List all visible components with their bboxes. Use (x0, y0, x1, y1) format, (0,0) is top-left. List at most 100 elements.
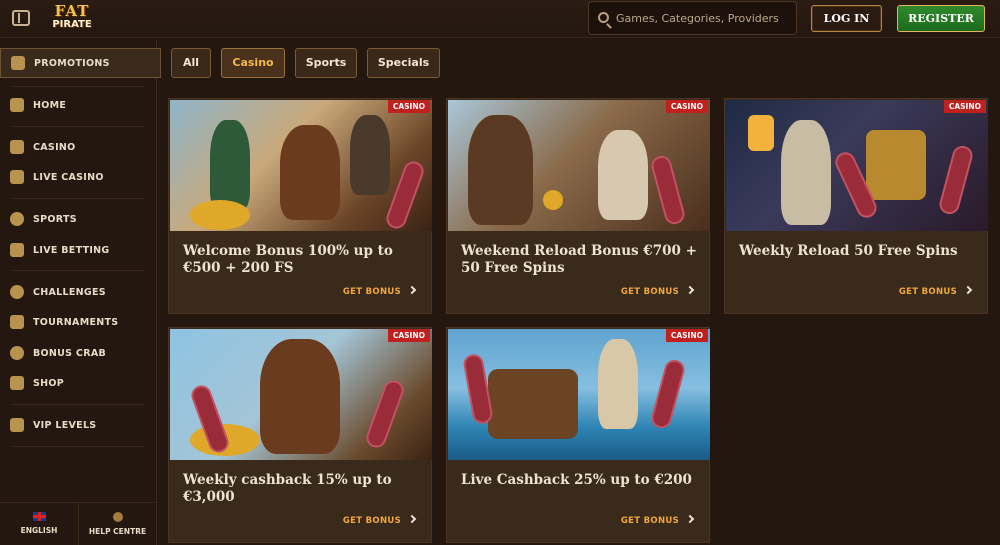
filter-chip-sports[interactable]: Sports (295, 48, 357, 78)
basket-icon (10, 376, 24, 390)
sidebar-item-label: LIVE BETTING (33, 244, 110, 256)
sidebar-item-label: LIVE CASINO (33, 171, 104, 183)
login-button[interactable]: LOG IN (811, 5, 882, 32)
search-icon (598, 12, 609, 23)
sidebar-item-label: TOURNAMENTS (33, 316, 119, 328)
top-header: FAT PIRATE LOG IN REGISTER (0, 0, 1000, 38)
sidebar-toggle-icon[interactable] (12, 10, 30, 26)
filter-chip-casino[interactable]: Casino (221, 48, 285, 78)
pirate-figure (280, 125, 340, 220)
get-bonus-link[interactable]: GET BONUS (898, 285, 973, 299)
trophy-icon (10, 315, 24, 329)
sidebar-item-shop[interactable]: SHOP (0, 368, 157, 398)
home-icon (10, 98, 24, 112)
sidebar-item-label: VIP LEVELS (33, 419, 97, 431)
sidebar-item-challenges[interactable]: CHALLENGES (0, 277, 157, 307)
promo-image (170, 100, 432, 231)
sidebar-item-label: HOME (33, 99, 67, 111)
promo-title: Live Cashback 25% up to €200 (461, 472, 692, 488)
diamond-icon (10, 418, 24, 432)
category-tag: CASINO (943, 100, 986, 113)
sidebar-item-promotions[interactable]: PROMOTIONS (0, 48, 161, 78)
language-selector[interactable]: ENGLISH (0, 503, 78, 545)
promo-image (726, 100, 988, 231)
pirate-figure (350, 115, 390, 195)
divider (12, 404, 144, 405)
promo-card-weekend-reload[interactable]: CASINO Weekend Reload Bonus €700 + 50 Fr… (446, 98, 710, 314)
promo-title: Welcome Bonus 100% up to €500 + 200 FS (183, 243, 393, 276)
help-centre-link[interactable]: HELP CENTRE (78, 503, 156, 545)
cta-label: GET BONUS (898, 287, 957, 297)
chevron-right-icon (407, 514, 417, 524)
promo-card-weekly-reload[interactable]: CASINO Weekly Reload 50 Free Spins GET B… (724, 98, 988, 314)
cta-label: GET BONUS (342, 516, 401, 526)
lantern (748, 115, 774, 151)
filter-chip-specials[interactable]: Specials (367, 48, 440, 78)
promo-title: Weekend Reload Bonus €700 + 50 Free Spin… (461, 243, 697, 276)
promo-card-live-cashback[interactable]: CASINO Live Cashback 25% up to €200 GET … (446, 327, 710, 543)
sidebar-item-label: SHOP (33, 377, 65, 389)
get-bonus-link[interactable]: GET BONUS (342, 514, 417, 528)
register-button[interactable]: REGISTER (897, 5, 985, 32)
chevron-right-icon (407, 285, 417, 295)
live-tv-icon (10, 243, 24, 257)
pirate-figure (260, 339, 340, 454)
fat-pirate-logo[interactable]: FAT PIRATE (44, 4, 100, 34)
filter-chip-all[interactable]: All (171, 48, 211, 78)
gold-coin (543, 190, 563, 210)
category-tag: CASINO (665, 100, 708, 113)
promo-image (448, 329, 710, 460)
search-box[interactable] (588, 1, 797, 35)
slot-machine (866, 130, 926, 200)
gold-pile (190, 200, 250, 230)
sidebar-item-label: CASINO (33, 141, 76, 153)
chevron-right-icon (685, 285, 695, 295)
promo-title: Weekly cashback 15% up to €3,000 (183, 472, 392, 505)
divider (12, 126, 144, 127)
sidebar: PROMOTIONS HOME CASINO LIVE CASINO SPORT… (0, 40, 161, 545)
get-bonus-link[interactable]: GET BONUS (343, 285, 417, 299)
promo-card-welcome[interactable]: CASINO Welcome Bonus 100% up to €500 + 2… (168, 98, 432, 314)
pirate-figure (781, 120, 831, 225)
soccer-ball-icon (10, 212, 24, 226)
uk-flag-icon (32, 512, 46, 521)
get-bonus-link[interactable]: GET BONUS (620, 514, 695, 528)
promo-title: Weekly Reload 50 Free Spins (739, 243, 958, 259)
cards-icon (10, 170, 24, 184)
chevron-right-icon (685, 514, 695, 524)
category-tag: CASINO (665, 329, 708, 342)
sidebar-item-sports[interactable]: SPORTS (0, 204, 157, 234)
pirate-figure (598, 130, 648, 220)
divider (12, 446, 144, 447)
divider (12, 198, 144, 199)
sidebar-item-label: PROMOTIONS (34, 57, 110, 69)
pirate-figure (598, 339, 638, 429)
sidebar-item-live-casino[interactable]: LIVE CASINO (0, 162, 157, 192)
sidebar-item-home[interactable]: HOME (0, 90, 157, 120)
gift-icon (11, 56, 25, 70)
language-label: ENGLISH (20, 526, 58, 535)
promo-card-weekly-cashback[interactable]: CASINO Weekly cashback 15% up to €3,000 … (168, 327, 432, 543)
sidebar-item-vip-levels[interactable]: VIP LEVELS (0, 410, 157, 440)
category-tag: CASINO (387, 329, 430, 342)
logo-line2: PIRATE (52, 19, 92, 30)
medal-icon (10, 285, 24, 299)
cta-label: GET BONUS (620, 287, 679, 297)
sidebar-footer: ENGLISH HELP CENTRE (0, 502, 157, 545)
sidebar-item-label: CHALLENGES (33, 286, 106, 298)
get-bonus-link[interactable]: GET BONUS (620, 285, 695, 299)
slot-icon (10, 140, 24, 154)
help-icon (112, 512, 123, 522)
sidebar-item-casino[interactable]: CASINO (0, 132, 157, 162)
category-tag: CASINO (387, 100, 430, 113)
sidebar-item-bonus-crab[interactable]: BONUS CRAB (0, 338, 157, 368)
sidebar-item-live-betting[interactable]: LIVE BETTING (0, 235, 157, 265)
help-label: HELP CENTRE (88, 527, 147, 536)
divider (12, 86, 144, 87)
sidebar-item-label: SPORTS (33, 213, 77, 225)
search-input[interactable] (616, 2, 794, 34)
cta-label: GET BONUS (620, 516, 679, 526)
sidebar-item-tournaments[interactable]: TOURNAMENTS (0, 307, 157, 337)
ship-hull (488, 369, 578, 439)
pirate-figure (468, 115, 533, 225)
